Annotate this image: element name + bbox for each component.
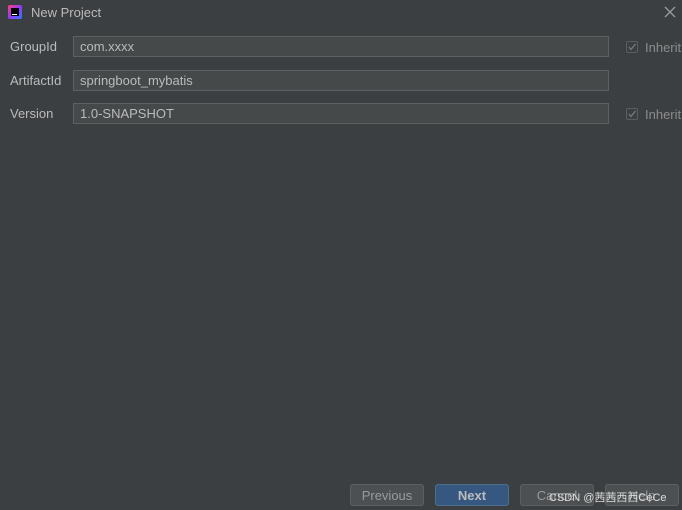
- version-label: Version: [10, 106, 54, 121]
- help-button[interactable]: Help: [605, 484, 679, 506]
- window-title: New Project: [31, 5, 102, 20]
- previous-button[interactable]: Previous: [350, 484, 424, 506]
- groupid-inherit[interactable]: Inherit: [626, 39, 681, 55]
- artifactid-field[interactable]: [73, 70, 609, 91]
- next-button[interactable]: Next: [435, 484, 509, 506]
- version-field[interactable]: [73, 103, 609, 124]
- title-bar: New Project: [0, 0, 682, 26]
- version-inherit[interactable]: Inherit: [626, 106, 681, 122]
- groupid-inherit-checkbox[interactable]: [626, 41, 638, 53]
- groupid-inherit-label: Inherit: [645, 39, 682, 55]
- version-inherit-checkbox[interactable]: [626, 108, 638, 120]
- artifactid-label: ArtifactId: [10, 73, 62, 88]
- groupid-field[interactable]: [73, 36, 609, 57]
- close-icon[interactable]: [662, 4, 678, 20]
- intellij-logo-icon: [8, 5, 22, 19]
- cancel-button[interactable]: Cancel: [520, 484, 594, 506]
- groupid-label: GroupId: [10, 39, 57, 54]
- version-inherit-label: Inherit: [645, 106, 682, 122]
